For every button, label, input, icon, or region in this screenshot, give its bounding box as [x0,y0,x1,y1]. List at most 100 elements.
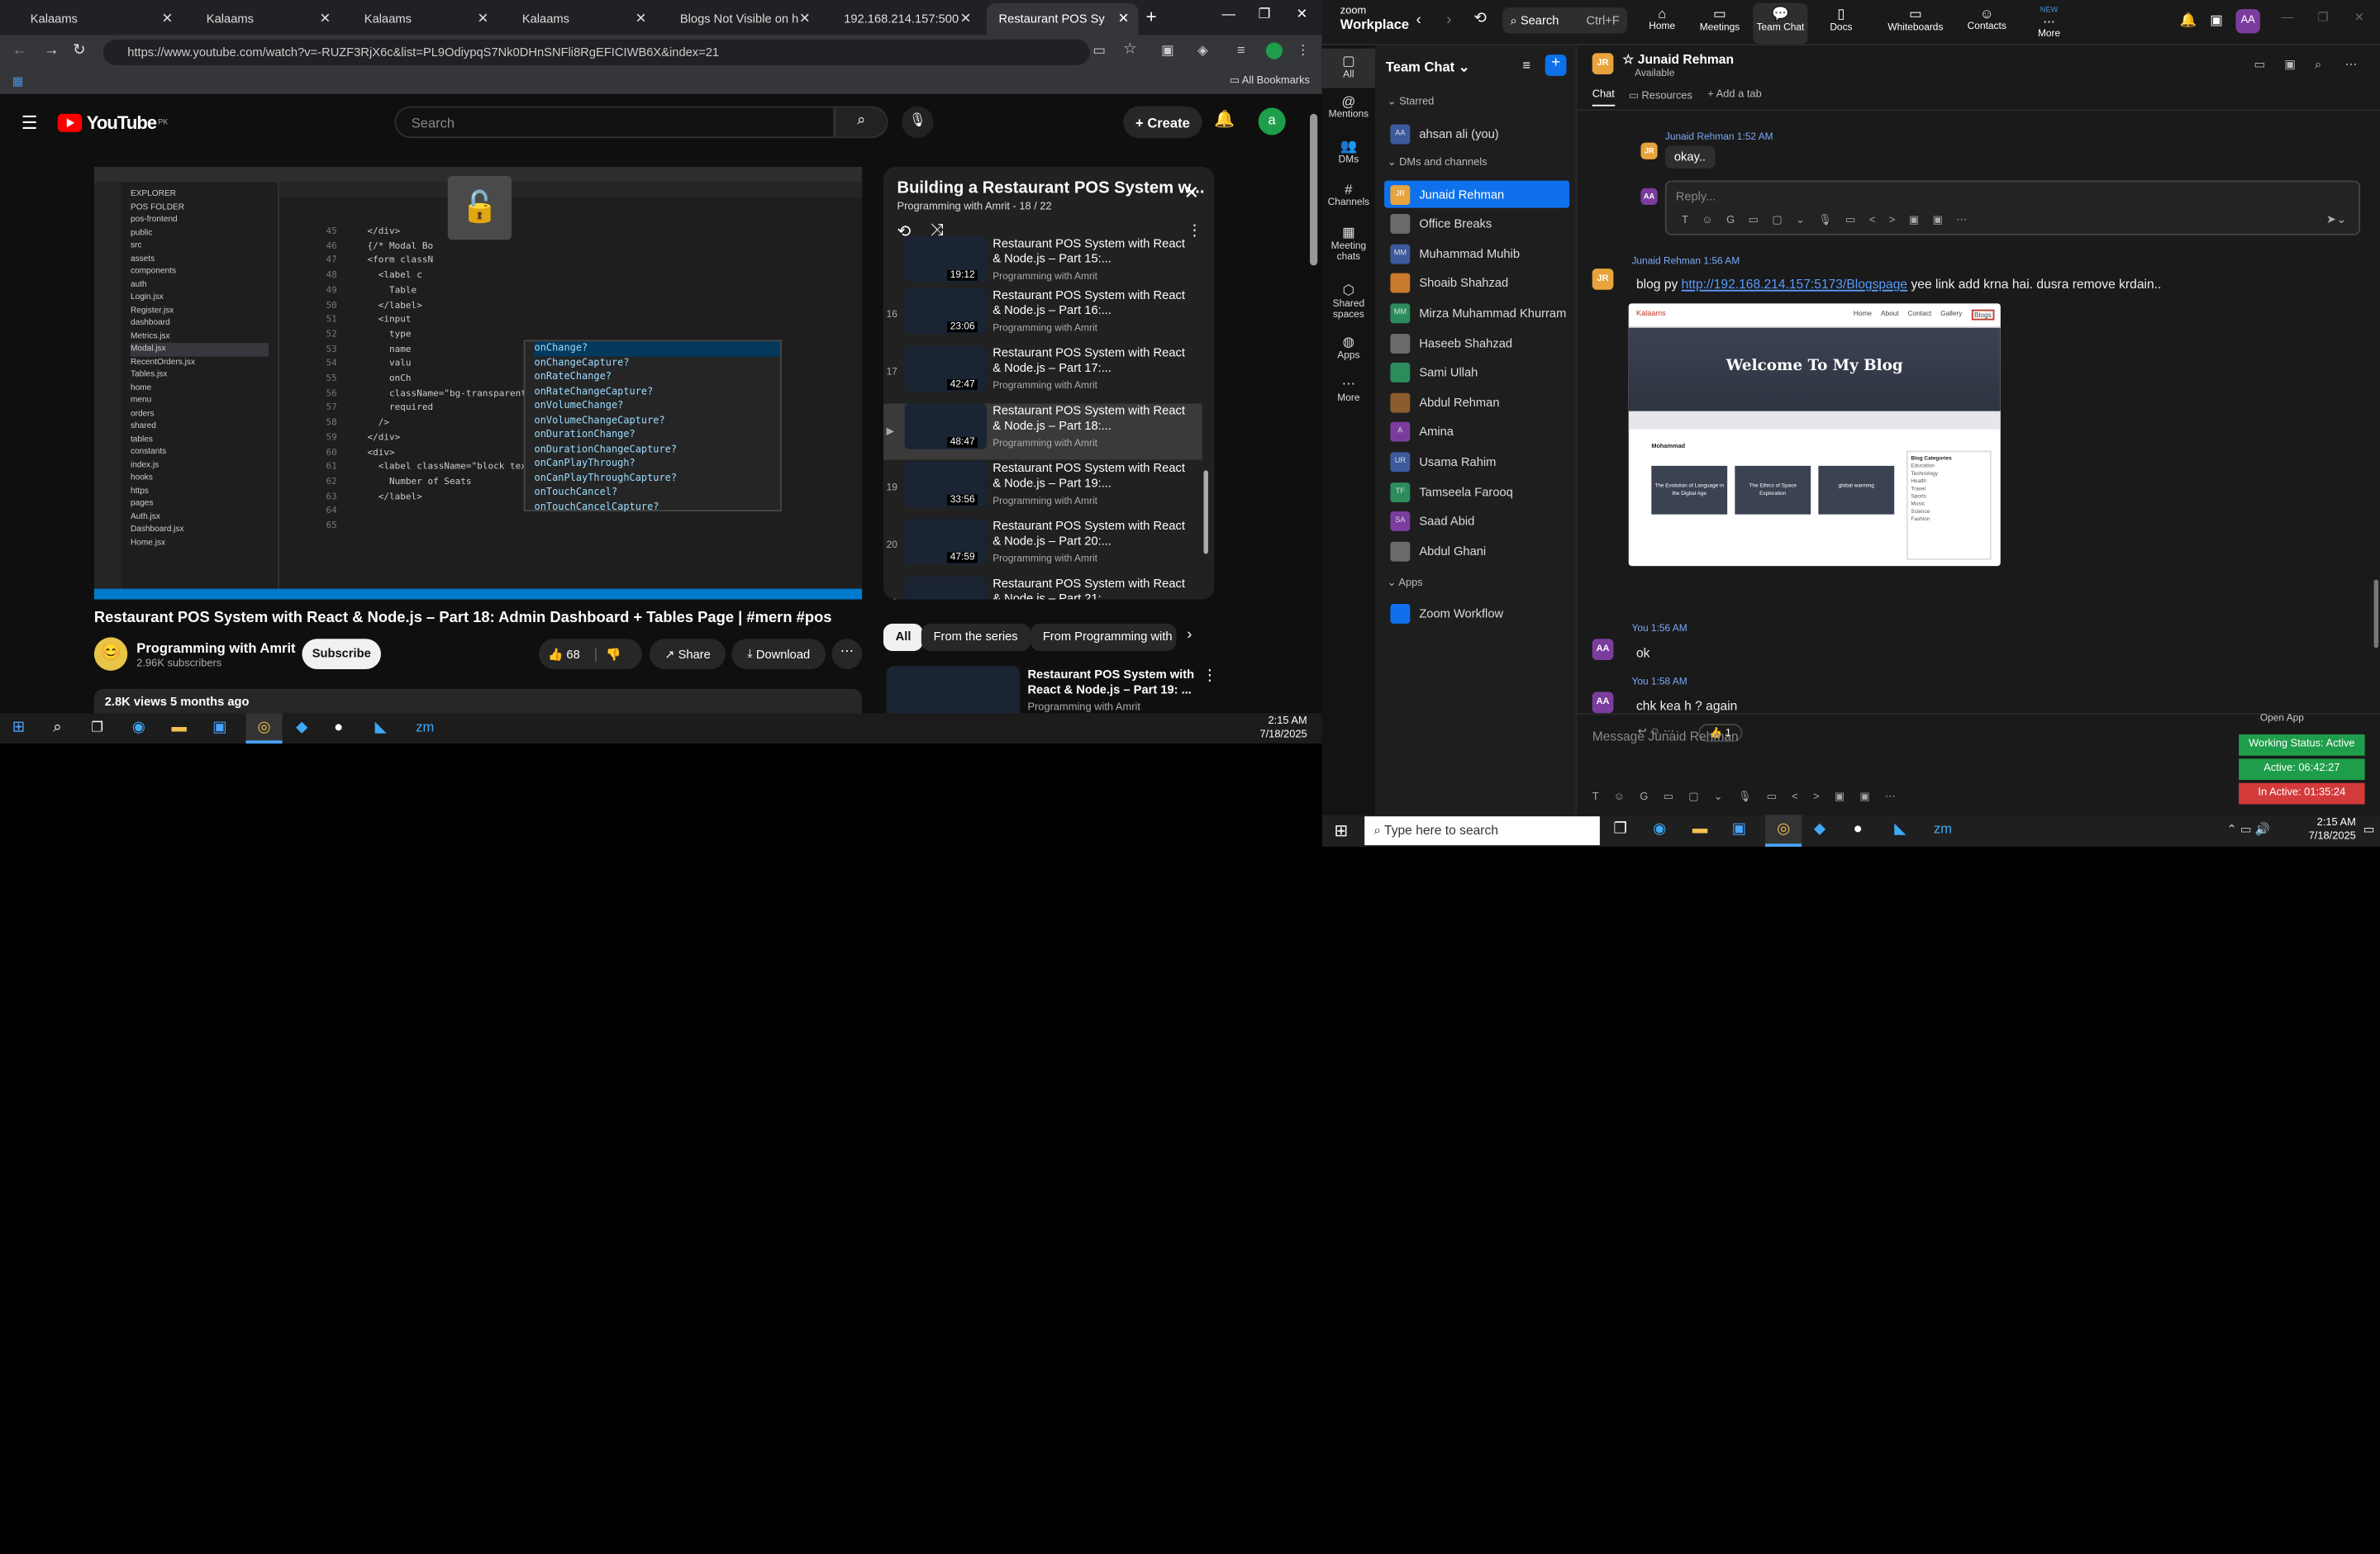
autocomplete-item[interactable]: onCanPlayThrough? [535,457,781,471]
mic-button[interactable]: 🎙 [901,106,934,139]
window-close-icon[interactable]: ✕ [2354,11,2364,25]
cast-icon[interactable]: ▭ [1092,42,1106,59]
dislike-button[interactable]: 👎 [595,647,621,661]
windows-start-icon[interactable]: ⊞ [1334,821,1348,840]
forward-icon[interactable]: → [44,42,59,59]
rail-all[interactable]: ▢ All [1321,48,1376,88]
playlist-item[interactable]: 17 42:47 Restaurant POS System with React … [883,345,1202,402]
menu-lines-icon[interactable]: ≡ [1237,42,1245,57]
close-icon[interactable]: ✕ [1184,182,1199,203]
format-toolbar[interactable]: T☺G▭▢⌄🎙▭<>▣▣⋯ [1682,214,1981,226]
vscode-icon[interactable]: ◣ [375,720,387,736]
file-explorer-icon[interactable]: ▬ [172,720,187,736]
channel-name[interactable]: Programming with Amrit [136,640,295,655]
autocomplete-item[interactable]: onDurationChange? [535,428,781,442]
autocomplete-item[interactable]: onTouchCancelCapture? [535,500,781,514]
file-tree-item[interactable]: pages [131,497,269,511]
github-icon[interactable]: ● [1854,821,1863,838]
file-tree-item[interactable]: Tables.jsx [131,368,269,382]
chip-all[interactable]: All [883,623,924,651]
playlist-item[interactable]: 16 23:06 Restaurant POS System with React … [883,288,1202,345]
url-bar[interactable]: https://www.youtube.com/watch?v=-RUZF3Rj… [102,39,1090,65]
tab-resources[interactable]: ▭ Resources [1629,89,1692,102]
minimize-icon[interactable]: — [2282,11,2294,25]
avatar[interactable]: a [1258,107,1286,135]
taskbar-search[interactable]: ⌕ Type here to search [1364,816,1600,846]
file-tree-item[interactable]: assets [131,253,269,266]
autocomplete-item[interactable]: onRateChange? [535,370,781,384]
section-dms[interactable]: ⌄ DMs and channels [1388,156,1488,169]
file-tree-item[interactable]: dashboard [131,317,269,330]
file-tree-item[interactable]: Register.jsx [131,304,269,317]
close-icon[interactable]: ✕ [162,11,174,27]
nav-more[interactable]: NEW ⋯ More [2012,6,2085,39]
recommended-title[interactable]: Restaurant POS System with React & Node.… [1027,668,1194,698]
autocomplete-item[interactable]: onRateChangeCapture? [535,385,781,399]
file-tree-item[interactable]: tables [131,433,269,446]
contact-name[interactable]: ☆ Junaid Rehman [1622,51,1734,68]
task-view-icon[interactable]: ❐ [91,720,103,736]
autocomplete-item[interactable]: onDurationChangeCapture? [535,442,781,456]
minimize-icon[interactable]: — [1222,6,1236,21]
tab-1[interactable]: Kalaams ✕ [18,3,182,36]
github-icon[interactable]: ● [334,720,343,736]
file-tree-item[interactable]: menu [131,395,269,408]
rail-mentions[interactable]: @ Mentions [1322,94,1375,120]
new-tab-icon[interactable]: + [1146,6,1157,27]
edge-icon[interactable]: ◉ [132,720,145,736]
video-player[interactable]: EXPLORER POS FOLDER pos-frontend public src a… [93,167,863,600]
like-button[interactable]: 👍 68 [548,647,580,661]
rail-channels[interactable]: # Channels [1322,182,1375,207]
chrome-icon[interactable]: ◎ [245,713,283,744]
screen-share-icon[interactable]: ▣ [2284,58,2296,72]
download-button[interactable]: ⤓ Download [731,639,826,669]
file-tree-item[interactable]: components [131,265,269,278]
channel-avatar[interactable]: 😊 [93,637,128,671]
star-icon[interactable]: ☆ [1123,41,1136,58]
back-icon[interactable]: ← [12,42,27,59]
autocomplete-item[interactable]: onCanPlayThroughCapture? [535,471,781,485]
task-view-icon[interactable]: ❐ [1613,821,1626,838]
image-attachment[interactable]: Kalaams Home About Contact Gallery Blogs Wel… [1628,303,2001,567]
file-tree-item[interactable]: RecentOrders.jsx [131,356,269,369]
puzzle-icon[interactable]: ◈ [1197,42,1208,59]
close-icon[interactable]: ✕ [960,11,972,27]
playlist-title[interactable]: Building a Restaurant POS System w... [897,179,1204,197]
section-starred[interactable]: ⌄ Starred [1388,96,1435,108]
tab-5[interactable]: Blogs Not Visible on h ✕ [668,3,820,36]
open-app-label[interactable]: Open App [2260,713,2304,724]
chat-list-item[interactable]: Sami Ullah [1384,359,1569,387]
chat-list-item[interactable]: MM Mirza Muhammad Khurram [1384,300,1569,327]
panel-title[interactable]: Team Chat ⌄ [1386,59,1470,76]
tab-3[interactable]: Kalaams ✕ [352,3,497,36]
message-link[interactable]: http://192.168.214.157:5173/Blogspage [1682,276,1907,291]
autocomplete-item[interactable]: onVolumeChangeCapture? [535,414,781,428]
edge-icon[interactable]: ◉ [1653,821,1666,838]
bell-icon[interactable]: 🔔 [2180,12,2197,29]
filter-icon[interactable]: ≡ [1522,58,1530,73]
chat-scrollbar[interactable] [2373,579,2379,649]
file-tree-item[interactable]: index.js [131,459,269,473]
playlist-item[interactable]: 21 Restaurant POS System with React & Nod… [883,576,1202,600]
file-tree-item[interactable]: home [131,382,269,395]
more-actions-icon[interactable]: ⋯ [831,639,863,669]
autocomplete-item[interactable]: onVolumeChange? [535,399,781,413]
search-icon[interactable]: ⌕ [2315,58,2321,73]
nav-whiteboards[interactable]: ▭ Whiteboards [1872,6,1960,33]
close-icon[interactable]: ✕ [320,11,331,27]
history-icon[interactable]: ⟲ [1473,11,1486,27]
file-tree-item[interactable]: Home.jsx [131,536,269,549]
tab-4[interactable]: Kalaams ✕ [510,3,655,36]
zoom-icon[interactable]: zm [416,720,434,734]
reply-box[interactable]: Reply... T☺G▭▢⌄🎙▭<>▣▣⋯ ➤⌄ [1664,180,2361,235]
tab-2[interactable]: Kalaams ✕ [194,3,340,36]
windows-start-icon[interactable]: ⊞ [12,720,25,736]
page-scrollbar[interactable] [1310,113,1318,266]
file-tree-item[interactable]: constants [131,446,269,459]
chat-list-item[interactable]: AA ahsan ali (you) [1384,120,1569,147]
kebab-icon[interactable]: ⋮ [1202,668,1217,684]
vscode-icon[interactable]: ◣ [1894,821,1906,838]
kebab-icon[interactable]: ⋮ [1297,42,1311,59]
file-tree-item[interactable]: hooks [131,472,269,485]
nav-meetings[interactable]: ▭ Meetings [1683,6,1756,33]
